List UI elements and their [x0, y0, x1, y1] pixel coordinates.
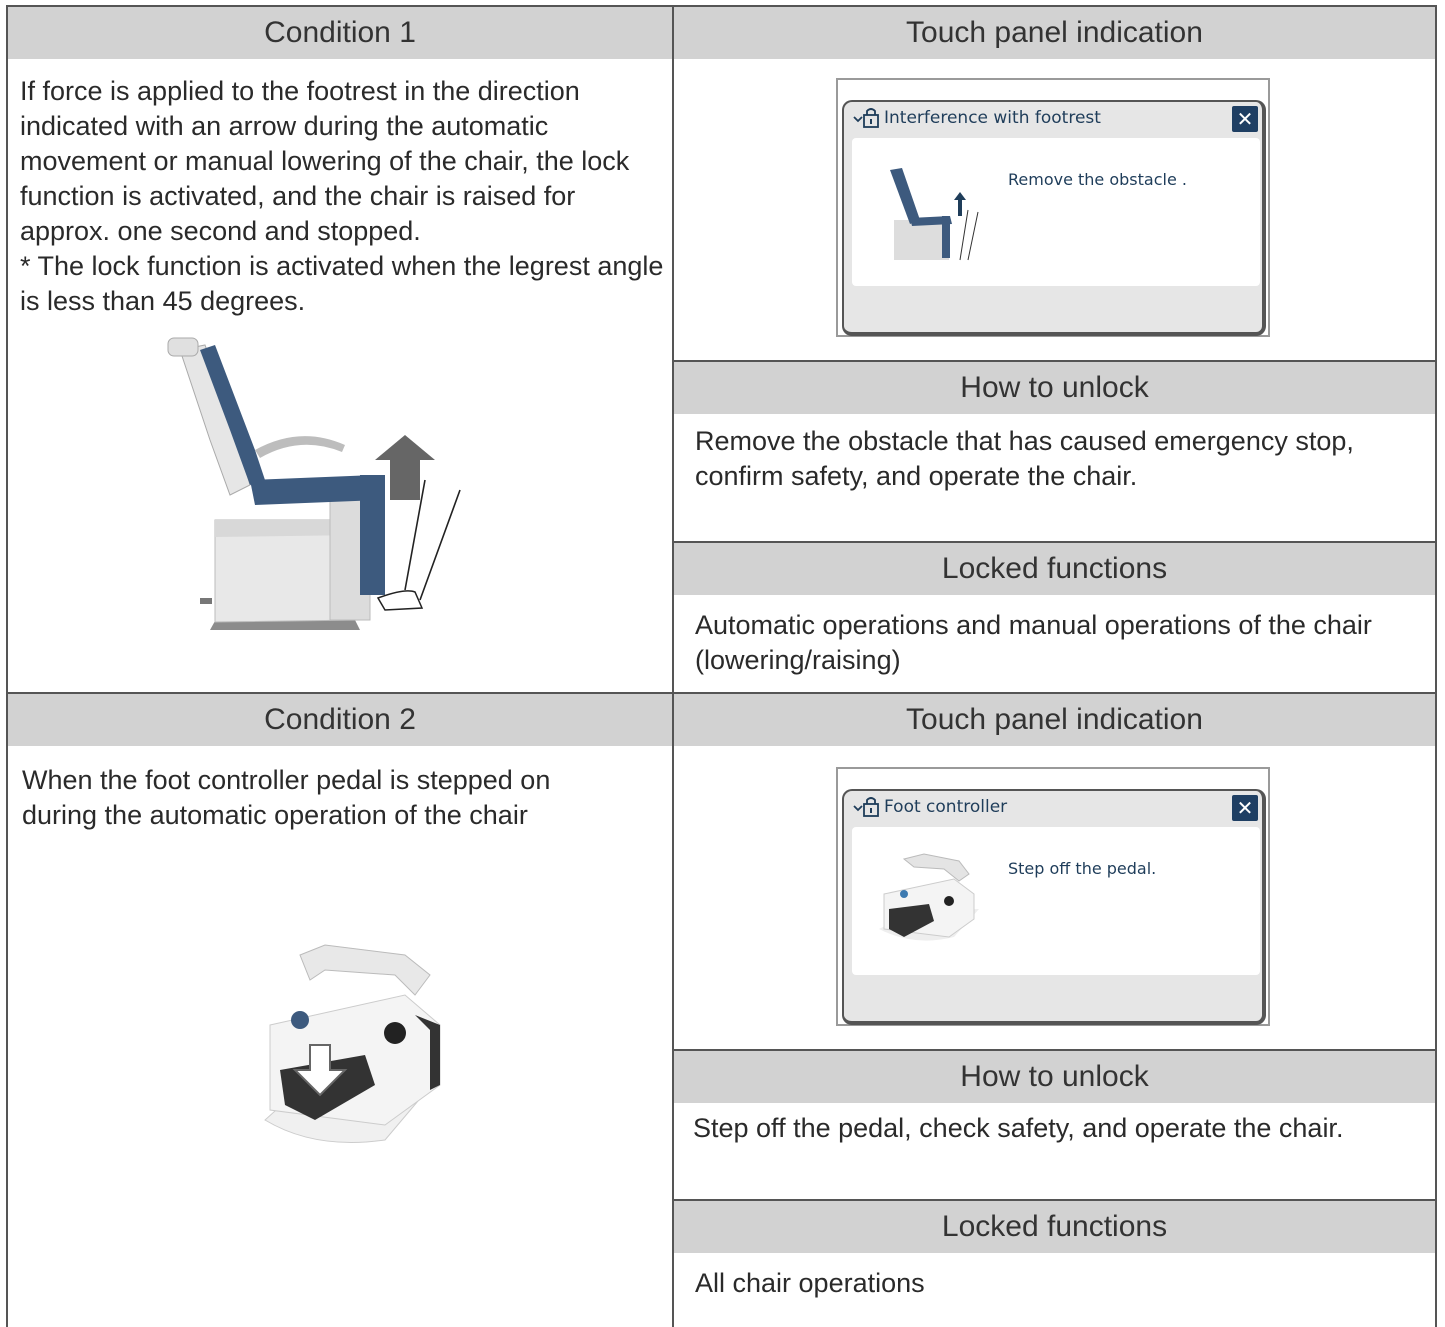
condition-1-header: Condition 1: [8, 7, 672, 59]
dialog-body: Step off the pedal.: [852, 827, 1260, 975]
condition-1-text: If force is applied to the footrest in t…: [20, 76, 630, 246]
dialog-title: Interference with footrest: [884, 108, 1101, 128]
how-to-unlock-header-2: How to unlock: [674, 1051, 1435, 1103]
locked-functions-header-1: Locked functions: [674, 543, 1435, 595]
locked-functions-header-2: Locked functions: [674, 1201, 1435, 1253]
lock-chair-icon: [853, 797, 879, 817]
foot-controller-thumbnail: [879, 853, 979, 941]
table-border-left: [6, 5, 8, 1327]
dialog-message: Step off the pedal.: [1008, 859, 1157, 878]
condition-1-note: * The lock function is activated when th…: [20, 251, 664, 316]
how-to-unlock-header-1: How to unlock: [674, 362, 1435, 414]
touch-panel-header-1: Touch panel indication: [674, 7, 1435, 59]
foot-controller-illustration: [264, 944, 441, 1143]
unlock-text-1: Remove the obstacle that has caused emer…: [695, 426, 1354, 491]
locked-text-2: All chair operations: [695, 1268, 925, 1298]
touch-panel-header-2: Touch panel indication: [674, 694, 1435, 746]
dialog-interference: Interference with footrest ✕ Remove the …: [842, 100, 1266, 336]
touch-panel-2: Foot controller ✕ Step off the pedal.: [836, 767, 1270, 1026]
table-border-right: [1435, 5, 1437, 1327]
dialog-body: Remove the obstacle .: [852, 138, 1260, 286]
locked-text-1: Automatic operations and manual operatio…: [695, 610, 1372, 675]
chair-thumbnail: [890, 168, 979, 261]
condition-2-header: Condition 2: [8, 694, 672, 746]
unlock-text-2: Step off the pedal, check safety, and op…: [693, 1113, 1344, 1143]
dialog-foot-controller: Foot controller ✕ Step off the pedal.: [842, 789, 1266, 1025]
lock-chair-icon: [853, 108, 879, 128]
touch-panel-1: Interference with footrest ✕ Remove the …: [836, 78, 1270, 337]
dental-chair-illustration: [167, 337, 461, 630]
dialog-message: Remove the obstacle .: [1008, 170, 1187, 189]
column-divider: [672, 5, 674, 1327]
close-icon[interactable]: ✕: [1232, 795, 1258, 821]
condition-2-description: When the foot controller pedal is steppe…: [22, 765, 551, 830]
dialog-title: Foot controller: [884, 797, 1008, 817]
condition-1-description: If force is applied to the footrest in t…: [20, 74, 670, 319]
close-icon[interactable]: ✕: [1232, 106, 1258, 132]
